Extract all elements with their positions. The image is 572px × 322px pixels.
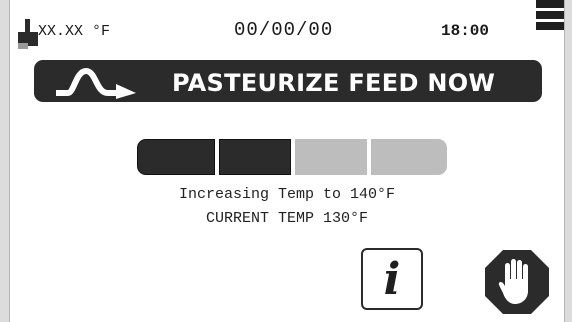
date-readout: 00/00/00 [234, 19, 334, 41]
stop-button[interactable] [484, 249, 550, 315]
page-title: PASTEURIZE FEED NOW [172, 69, 496, 97]
progress-segment [137, 139, 215, 175]
progress-segment [295, 139, 367, 175]
progress-segment [219, 139, 291, 175]
info-icon: i [383, 254, 401, 305]
progress-indicator [137, 139, 447, 175]
info-button[interactable]: i [361, 248, 423, 310]
pasteurize-screen: XX.XX °F 00/00/00 18:00 PASTEURIZE FEED … [9, 0, 565, 322]
pasteurize-curve-arrow-icon [56, 68, 136, 99]
temperature-readout: XX.XX °F [38, 23, 111, 40]
status-message: Increasing Temp to 140°F [178, 186, 396, 203]
current-temp-message: CURRENT TEMP 130°F [205, 210, 369, 227]
title-bar: PASTEURIZE FEED NOW [34, 60, 542, 102]
progress-segment [371, 139, 447, 175]
status-bar: XX.XX °F 00/00/00 18:00 [10, 0, 564, 60]
time-readout: 18:00 [441, 22, 490, 40]
menu-icon[interactable] [536, 0, 564, 40]
